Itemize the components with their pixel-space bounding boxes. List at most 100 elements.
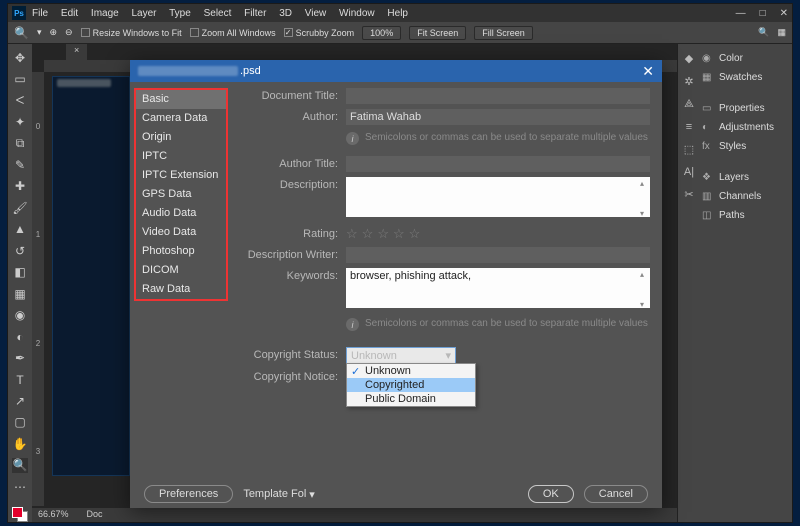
rating-stars[interactable]: ☆☆☆☆☆ bbox=[346, 226, 650, 242]
panel-paths[interactable]: ◫Paths bbox=[700, 209, 792, 222]
cat-dicom[interactable]: DICOM bbox=[136, 261, 226, 280]
zoom-100-button[interactable]: 100% bbox=[362, 26, 401, 40]
type-tool[interactable]: T bbox=[12, 372, 28, 387]
menu-file[interactable]: File bbox=[32, 8, 48, 19]
menu-3d[interactable]: 3D bbox=[279, 8, 292, 19]
wand-tool[interactable]: ✦ bbox=[12, 114, 28, 129]
gradient-tool[interactable]: ▦ bbox=[12, 286, 28, 301]
star-icon[interactable]: ☆ bbox=[346, 226, 358, 242]
zoom-in-icon[interactable]: ⊕ bbox=[49, 27, 57, 38]
preferences-button[interactable]: Preferences bbox=[144, 485, 233, 503]
dialog-close-icon[interactable]: ✕ bbox=[642, 63, 654, 80]
chevron-down-icon[interactable]: ▾ bbox=[37, 27, 42, 38]
eyedropper-tool[interactable]: ✎ bbox=[12, 157, 28, 172]
panel-adjustments[interactable]: ◐Adjustments bbox=[700, 121, 792, 134]
textarea-keywords[interactable] bbox=[346, 268, 650, 308]
menu-filter[interactable]: Filter bbox=[244, 8, 266, 19]
blur-tool[interactable]: ◉ bbox=[12, 307, 28, 322]
cat-video-data[interactable]: Video Data bbox=[136, 223, 226, 242]
cat-origin[interactable]: Origin bbox=[136, 128, 226, 147]
workspace-icon[interactable]: ▦ bbox=[777, 27, 786, 38]
cat-iptc[interactable]: IPTC bbox=[136, 147, 226, 166]
cat-raw-data[interactable]: Raw Data bbox=[136, 280, 226, 299]
cat-gps-data[interactable]: GPS Data bbox=[136, 185, 226, 204]
menu-type[interactable]: Type bbox=[169, 8, 191, 19]
lasso-tool[interactable]: ⵦ bbox=[12, 93, 28, 108]
input-author[interactable] bbox=[346, 109, 650, 125]
maximize-icon[interactable]: □ bbox=[760, 8, 766, 19]
dd-option-unknown[interactable]: Unknown bbox=[347, 364, 475, 378]
minimize-icon[interactable]: — bbox=[736, 8, 746, 19]
dodge-tool[interactable]: ◐ bbox=[12, 329, 28, 344]
cat-iptc-extension[interactable]: IPTC Extension bbox=[136, 166, 226, 185]
cancel-button[interactable]: Cancel bbox=[584, 485, 648, 503]
panel-icon[interactable]: ◆ bbox=[685, 52, 693, 65]
panel-icon[interactable]: A| bbox=[684, 166, 694, 178]
ok-button[interactable]: OK bbox=[528, 485, 574, 503]
eraser-tool[interactable]: ◧ bbox=[12, 265, 28, 280]
scrubby-zoom-checkbox[interactable]: ✓ bbox=[284, 28, 293, 37]
hand-tool[interactable]: ✋ bbox=[12, 436, 28, 451]
star-icon[interactable]: ☆ bbox=[409, 226, 421, 242]
menu-layer[interactable]: Layer bbox=[132, 8, 157, 19]
menu-edit[interactable]: Edit bbox=[61, 8, 78, 19]
star-icon[interactable]: ☆ bbox=[362, 226, 374, 242]
panel-icon[interactable]: ⬚ bbox=[684, 143, 694, 156]
select-copyright-status[interactable]: Unknown▾ bbox=[346, 347, 456, 364]
panel-color[interactable]: ◉Color bbox=[700, 52, 792, 65]
panel-styles[interactable]: fxStyles bbox=[700, 140, 792, 153]
resize-windows-checkbox[interactable] bbox=[81, 28, 90, 37]
zoom-out-icon[interactable]: ⊖ bbox=[65, 27, 73, 38]
star-icon[interactable]: ☆ bbox=[377, 226, 389, 242]
menu-window[interactable]: Window bbox=[339, 8, 375, 19]
cat-camera-data[interactable]: Camera Data bbox=[136, 109, 226, 128]
panel-icon[interactable]: ≡ bbox=[686, 121, 692, 133]
history-brush-tool[interactable]: ↺ bbox=[12, 243, 28, 258]
panel-swatches[interactable]: ▦Swatches bbox=[700, 71, 792, 84]
document-tab[interactable]: × bbox=[66, 44, 87, 60]
path-tool[interactable]: ↗ bbox=[12, 393, 28, 408]
panel-properties[interactable]: ▭Properties bbox=[700, 102, 792, 115]
panel-layers[interactable]: ❖Layers bbox=[700, 171, 792, 184]
fill-screen-button[interactable]: Fill Screen bbox=[474, 26, 533, 40]
cat-audio-data[interactable]: Audio Data bbox=[136, 204, 226, 223]
input-desc-writer[interactable] bbox=[346, 247, 650, 263]
heal-tool[interactable]: ✚ bbox=[12, 179, 28, 194]
close-icon[interactable]: ✕ bbox=[780, 8, 788, 19]
dialog-titlebar[interactable]: .psd ✕ bbox=[130, 60, 662, 82]
zoom-level[interactable]: 66.67% bbox=[38, 509, 69, 521]
marquee-tool[interactable]: ▭ bbox=[12, 71, 28, 86]
search-icon[interactable]: 🔍 bbox=[758, 27, 769, 38]
dd-option-copyrighted[interactable]: Copyrighted bbox=[347, 378, 475, 392]
zoom-tool-icon[interactable]: 🔍 bbox=[14, 26, 29, 40]
menu-select[interactable]: Select bbox=[204, 8, 232, 19]
pen-tool[interactable]: ✒ bbox=[12, 350, 28, 365]
color-swatch[interactable] bbox=[12, 507, 28, 522]
panel-icon[interactable]: ⟁ bbox=[684, 98, 694, 111]
menu-view[interactable]: View bbox=[305, 8, 327, 19]
input-author-title[interactable] bbox=[346, 156, 650, 172]
canvas[interactable] bbox=[52, 76, 130, 476]
panel-icon[interactable]: ✂ bbox=[684, 188, 693, 201]
template-folder-button[interactable]: Template Fol▾ bbox=[243, 488, 315, 501]
star-icon[interactable]: ☆ bbox=[393, 226, 405, 242]
panel-channels[interactable]: ▥Channels bbox=[700, 190, 792, 203]
stamp-tool[interactable]: ▲ bbox=[12, 222, 28, 237]
fit-screen-button[interactable]: Fit Screen bbox=[409, 26, 466, 40]
cat-basic[interactable]: Basic bbox=[136, 90, 226, 109]
shape-tool[interactable]: ▢ bbox=[12, 415, 28, 430]
crop-tool[interactable]: ⧉ bbox=[12, 136, 28, 151]
menu-help[interactable]: Help bbox=[387, 8, 408, 19]
zoom-tool[interactable]: 🔍 bbox=[12, 458, 28, 473]
input-doc-title[interactable] bbox=[346, 88, 650, 104]
move-tool[interactable]: ✥ bbox=[12, 50, 28, 65]
cat-photoshop[interactable]: Photoshop bbox=[136, 242, 226, 261]
more-tools[interactable]: ⋯ bbox=[12, 479, 28, 494]
zoom-all-checkbox[interactable] bbox=[190, 28, 199, 37]
menu-image[interactable]: Image bbox=[91, 8, 119, 19]
textarea-description[interactable] bbox=[346, 177, 650, 217]
brush-tool[interactable]: 🖌 bbox=[12, 200, 28, 215]
panel-icon[interactable]: ✲ bbox=[684, 75, 693, 88]
doc-info[interactable]: Doc bbox=[87, 509, 103, 521]
dd-option-public-domain[interactable]: Public Domain bbox=[347, 392, 475, 406]
